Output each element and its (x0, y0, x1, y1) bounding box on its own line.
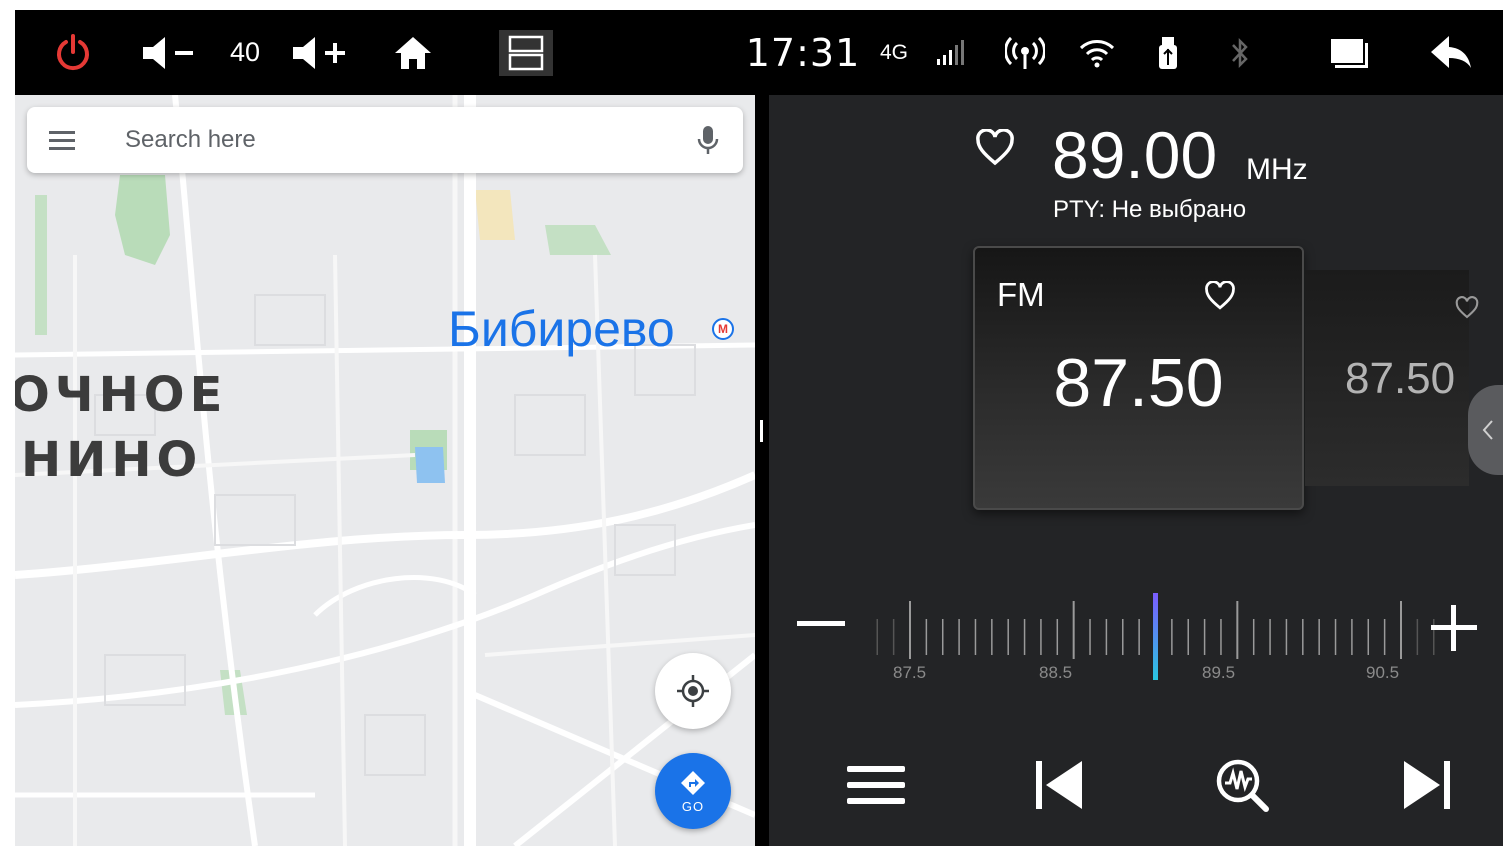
map-district-label-1: ОЧНОЕ (15, 367, 228, 423)
preset-card-selected[interactable]: FM 87.50 (973, 246, 1304, 510)
volume-up-button[interactable] (289, 10, 349, 95)
preset-band: FM (997, 276, 1045, 313)
scale-label-2: 88.5 (1039, 663, 1073, 682)
search-input[interactable]: Search here (97, 126, 673, 154)
hotspot-status (1003, 10, 1047, 95)
head-unit-screen: 40 17:31 4G Search here Бибирево М ОЧНОЕ… (15, 10, 1503, 846)
cell-signal-icon (937, 39, 964, 65)
divider-handle[interactable] (760, 420, 763, 442)
split-divider[interactable] (755, 95, 769, 846)
skip-previous-icon (1036, 761, 1082, 809)
bluetooth-icon (1232, 37, 1248, 68)
menu-icon (49, 131, 75, 150)
frequency-unit: MHz (1246, 153, 1308, 186)
bluetooth-status (1227, 10, 1253, 95)
clock: 17:31 (745, 10, 861, 95)
frequency-tuner[interactable]: 87.5 88.5 89.5 90.5 (769, 575, 1503, 695)
hotspot-icon (1005, 36, 1045, 69)
current-frequency: 89.00 (1052, 118, 1218, 192)
volume-up-icon (293, 36, 345, 69)
scale-label-3: 89.5 (1202, 663, 1236, 682)
plus-icon (1431, 605, 1477, 651)
wifi-status (1075, 10, 1119, 95)
metro-icon[interactable]: М (712, 318, 734, 340)
home-button[interactable] (391, 10, 435, 95)
status-bar: 40 17:31 4G (15, 10, 1503, 95)
cell-signal (933, 10, 967, 95)
window-button[interactable] (1327, 10, 1371, 95)
tune-up-button[interactable] (1431, 605, 1477, 656)
scale-label-4: 90.5 (1366, 663, 1400, 682)
my-location-icon (677, 675, 709, 707)
radio-controls (769, 735, 1503, 835)
volume-down-icon (143, 36, 193, 69)
voice-search-button[interactable] (673, 107, 743, 173)
home-icon (395, 36, 431, 69)
usb-status (1153, 10, 1183, 95)
network-type: 4G (875, 10, 913, 95)
scan-search-icon (1216, 759, 1269, 812)
chevron-left-icon (1482, 420, 1493, 440)
window-icon (1331, 38, 1368, 68)
heart-icon (976, 128, 1014, 166)
heart-icon (1205, 280, 1235, 310)
skip-next-icon (1404, 761, 1450, 809)
list-icon (847, 766, 905, 804)
preset-next-frequency: 87.50 (1345, 354, 1456, 403)
usb-icon (1159, 36, 1177, 69)
power-icon (57, 33, 89, 70)
volume-down-button[interactable] (139, 10, 199, 95)
scale-label-1: 87.5 (893, 663, 927, 682)
station-list-button[interactable] (841, 753, 911, 817)
volume-level: 40 (220, 10, 270, 95)
split-screen-button[interactable] (499, 10, 553, 95)
network-text: 4G (879, 40, 908, 64)
back-button[interactable] (1427, 10, 1475, 95)
map-district-label-2: НИНО (21, 432, 203, 488)
map-view[interactable]: Search here Бибирево М ОЧНОЕ НИНО GO (15, 95, 755, 846)
heart-icon (1455, 296, 1479, 325)
mic-icon (697, 126, 719, 154)
previous-station-button[interactable] (1025, 753, 1095, 817)
map-menu-button[interactable] (27, 107, 97, 173)
pty-status: PTY: Не выбрано (1053, 196, 1247, 223)
go-label: GO (681, 798, 705, 814)
map-search-bar[interactable]: Search here (27, 107, 743, 173)
side-drawer-tab[interactable] (1468, 385, 1503, 475)
back-icon (1431, 35, 1471, 68)
volume-value: 40 (229, 37, 261, 67)
split-screen-icon (508, 35, 544, 70)
favorite-button[interactable] (975, 128, 1015, 172)
preset-frequency: 87.50 (1053, 345, 1224, 421)
preset-favorite-button[interactable] (1204, 280, 1236, 316)
my-location-button[interactable] (655, 653, 731, 729)
wifi-icon (1079, 39, 1115, 67)
next-station-button[interactable] (1391, 753, 1461, 817)
scan-button[interactable] (1207, 753, 1277, 817)
tuner-needle (1153, 593, 1158, 680)
radio-panel: 89.00 MHz PTY: Не выбрано FM 87.50 87.50 (769, 95, 1503, 846)
preset-card-next[interactable]: 87.50 (1305, 270, 1479, 486)
directions-icon (681, 770, 705, 795)
map-place-label[interactable]: Бибирево (448, 300, 675, 358)
power-button[interactable] (47, 10, 99, 95)
clock-text: 17:31 (745, 30, 861, 75)
go-button[interactable]: GO (655, 753, 731, 829)
